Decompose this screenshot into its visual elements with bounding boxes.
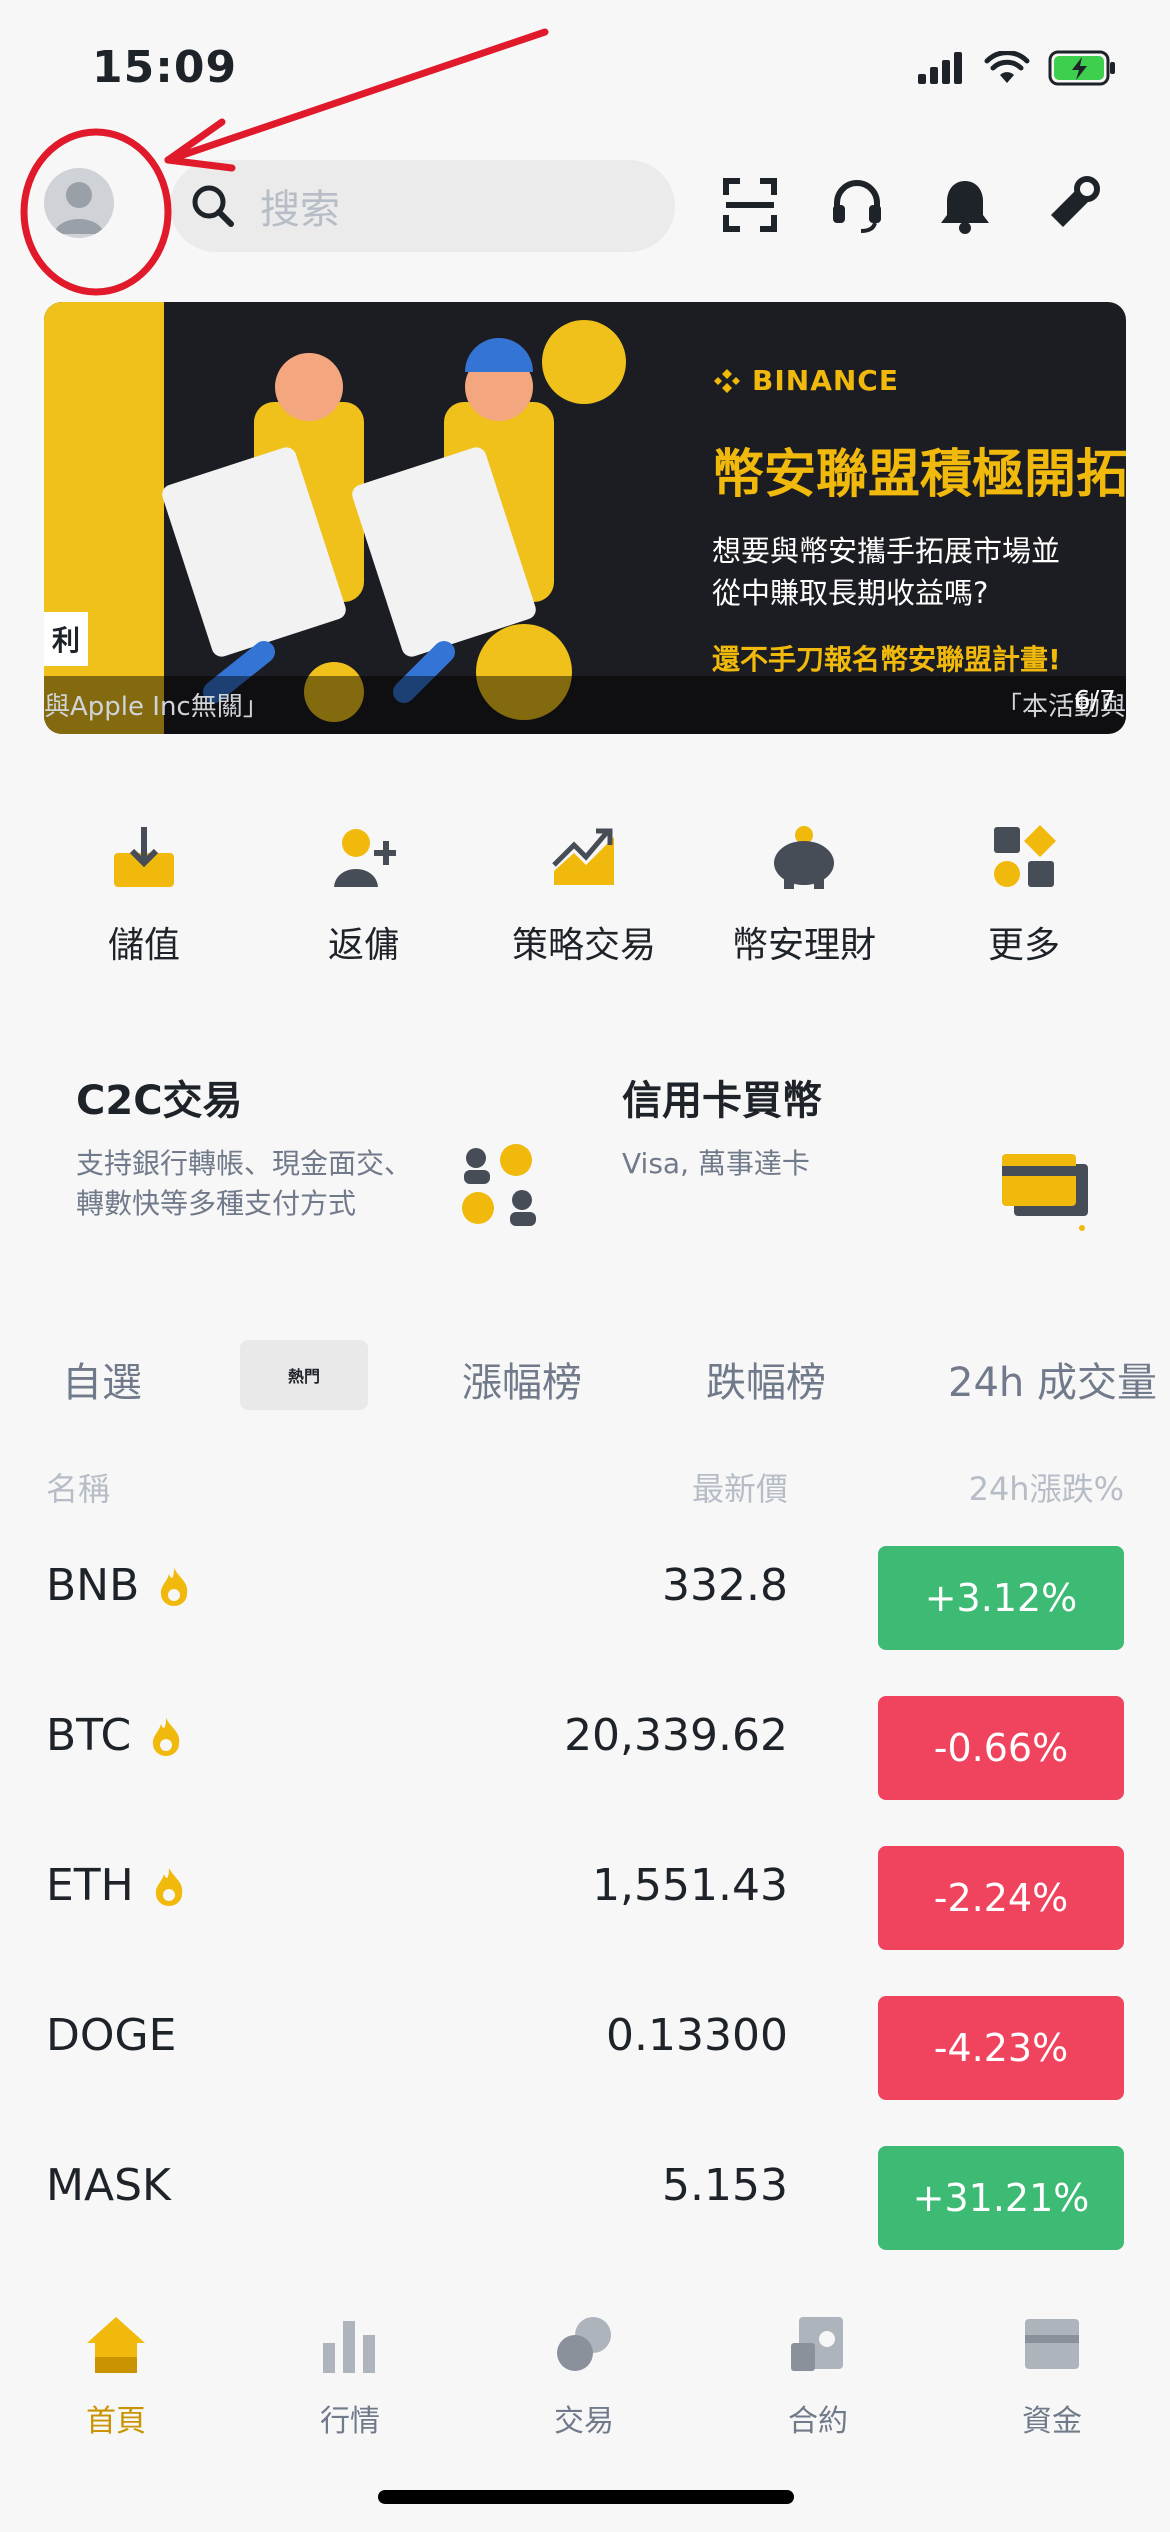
card-title: 信用卡買幣 [622,1078,822,1124]
tab-hot[interactable]: 熱門 [240,1340,368,1410]
markets-icon [323,2321,375,2373]
card-desc: Visa, 萬事達卡 [622,1147,810,1180]
credit-card-buy-card[interactable]: 信用卡買幣 Visa, 萬事達卡 [622,1068,1002,1248]
market-row[interactable]: ETH 1,551.43 -2.24% [0,1816,1170,1966]
search-placeholder: 搜索 [260,187,340,233]
quick-strategy-trading[interactable]: 策略交易 [484,812,684,968]
market-row[interactable]: MASK 5.153 +31.21% [0,2116,1170,2266]
tab-losers[interactable]: 跌幅榜 [706,1350,826,1408]
bell-icon [941,181,989,234]
home-icon [87,2317,145,2373]
quick-label: 策略交易 [511,925,656,966]
row-price: 0.13300 [606,2010,788,2061]
hot-flame-icon [153,1717,180,1756]
quick-label: 返傭 [327,925,400,966]
market-row[interactable]: BTC 20,339.62 -0.66% [0,1666,1170,1816]
banner-subtitle-line1: 想要與幣安攜手拓展市場並 [712,534,1061,568]
row-symbol: ETH [46,1860,134,1911]
hot-flame-icon [155,1867,183,1906]
notifications-button[interactable] [930,170,1000,240]
c2c-title: C2C交易 [76,1078,243,1124]
quick-label: 幣安理財 [731,925,876,966]
market-row[interactable]: DOGE 0.13300 -4.23% [0,1966,1170,2116]
banner-pager: 6/7 [1074,686,1116,716]
tab-gainers[interactable]: 漲幅榜 [462,1350,582,1408]
banner-tag: 利 [44,612,88,666]
nav-label: 首頁 [86,2404,146,2439]
row-change-badge[interactable]: +31.21% [878,2146,1124,2250]
profile-avatar[interactable] [44,168,114,238]
deposit-icon [114,827,174,887]
scan-icon [723,178,777,232]
wallet-icon [1025,2319,1079,2369]
tab-24h-volume[interactable]: 24h 成交量 [948,1350,1170,1408]
banner-illustration [162,320,626,722]
banner-headline: 幣安聯盟積極開拓 [712,445,1126,505]
banner-brand-text: BINANCE [752,364,899,397]
headset-icon [833,180,881,233]
quick-more[interactable]: 更多 [924,812,1124,968]
referral-icon [334,829,396,887]
trade-icon [557,2317,611,2371]
banner-brand: BINANCE [712,364,899,397]
ticket-icon [1051,176,1100,227]
header-price[interactable]: 最新價 [692,1464,788,1510]
row-change-badge[interactable]: -2.24% [878,1846,1124,1950]
futures-icon [791,2317,843,2371]
c2c-icon [462,1144,536,1226]
nav-futures[interactable]: 合約 [738,2304,898,2440]
banner-caption-left: 與Apple Inc無關」 [44,692,269,722]
status-icons [918,50,1118,86]
row-change-badge[interactable]: -0.66% [878,1696,1124,1800]
strategy-trading-icon [552,828,614,885]
quick-label: 儲值 [107,925,180,966]
credit-card-icon [1002,1154,1088,1231]
binance-logo-icon [714,368,740,393]
row-change-badge[interactable]: +3.12% [878,1546,1124,1650]
rewards-button[interactable] [1038,170,1108,240]
nav-home[interactable]: 首頁 [36,2304,196,2440]
wifi-icon [984,51,1030,83]
row-change-badge[interactable]: -4.23% [878,1996,1124,2100]
status-time: 15:09 [92,42,238,93]
quick-deposit[interactable]: 儲值 [44,812,244,968]
quick-label: 更多 [987,925,1060,966]
row-price: 5.153 [662,2160,788,2211]
row-symbol: BTC [46,1710,132,1761]
nav-trade[interactable]: 交易 [504,2304,664,2440]
header-name[interactable]: 名稱 [46,1464,110,1510]
market-row[interactable]: BNB 332.8 +3.12% [0,1516,1170,1666]
quick-referral[interactable]: 返傭 [264,812,464,968]
row-price: 332.8 [662,1560,788,1611]
search-icon [192,185,234,227]
signal-icon [918,52,962,84]
row-symbol: BNB [46,1560,140,1611]
more-grid-icon [994,825,1056,887]
row-symbol: DOGE [46,2010,177,2061]
nav-markets[interactable]: 行情 [270,2304,430,2440]
quick-earn[interactable]: 幣安理財 [704,812,904,968]
row-price: 20,339.62 [564,1710,788,1761]
nav-label: 行情 [320,2404,380,2439]
nav-label: 合約 [788,2404,848,2439]
header-change[interactable]: 24h漲跌% [969,1464,1124,1510]
search-input[interactable]: 搜索 [170,160,675,252]
banner-subtitle-line2: 從中賺取長期收益嗎? [712,576,989,610]
battery-charging-icon [1048,50,1115,86]
support-button[interactable] [822,170,892,240]
scan-button[interactable] [715,170,785,240]
piggy-bank-icon [774,826,834,889]
banner-cta: 還不手刀報名幣安聯盟計畫! [712,643,1061,676]
row-price: 1,551.43 [592,1860,788,1911]
promo-banner[interactable]: BINANCE 幣安聯盟積極開拓 想要與幣安攜手拓展市場並 從中賺取長期收益嗎?… [44,302,1126,734]
user-icon [54,182,104,234]
tab-favorites[interactable]: 自選 [62,1350,142,1408]
nav-label: 資金 [1022,2404,1082,2439]
row-symbol: MASK [46,2160,171,2211]
nav-wallet[interactable]: 資金 [972,2304,1132,2440]
hot-flame-icon [161,1567,188,1606]
nav-label: 交易 [554,2404,614,2439]
home-indicator [378,2490,794,2504]
